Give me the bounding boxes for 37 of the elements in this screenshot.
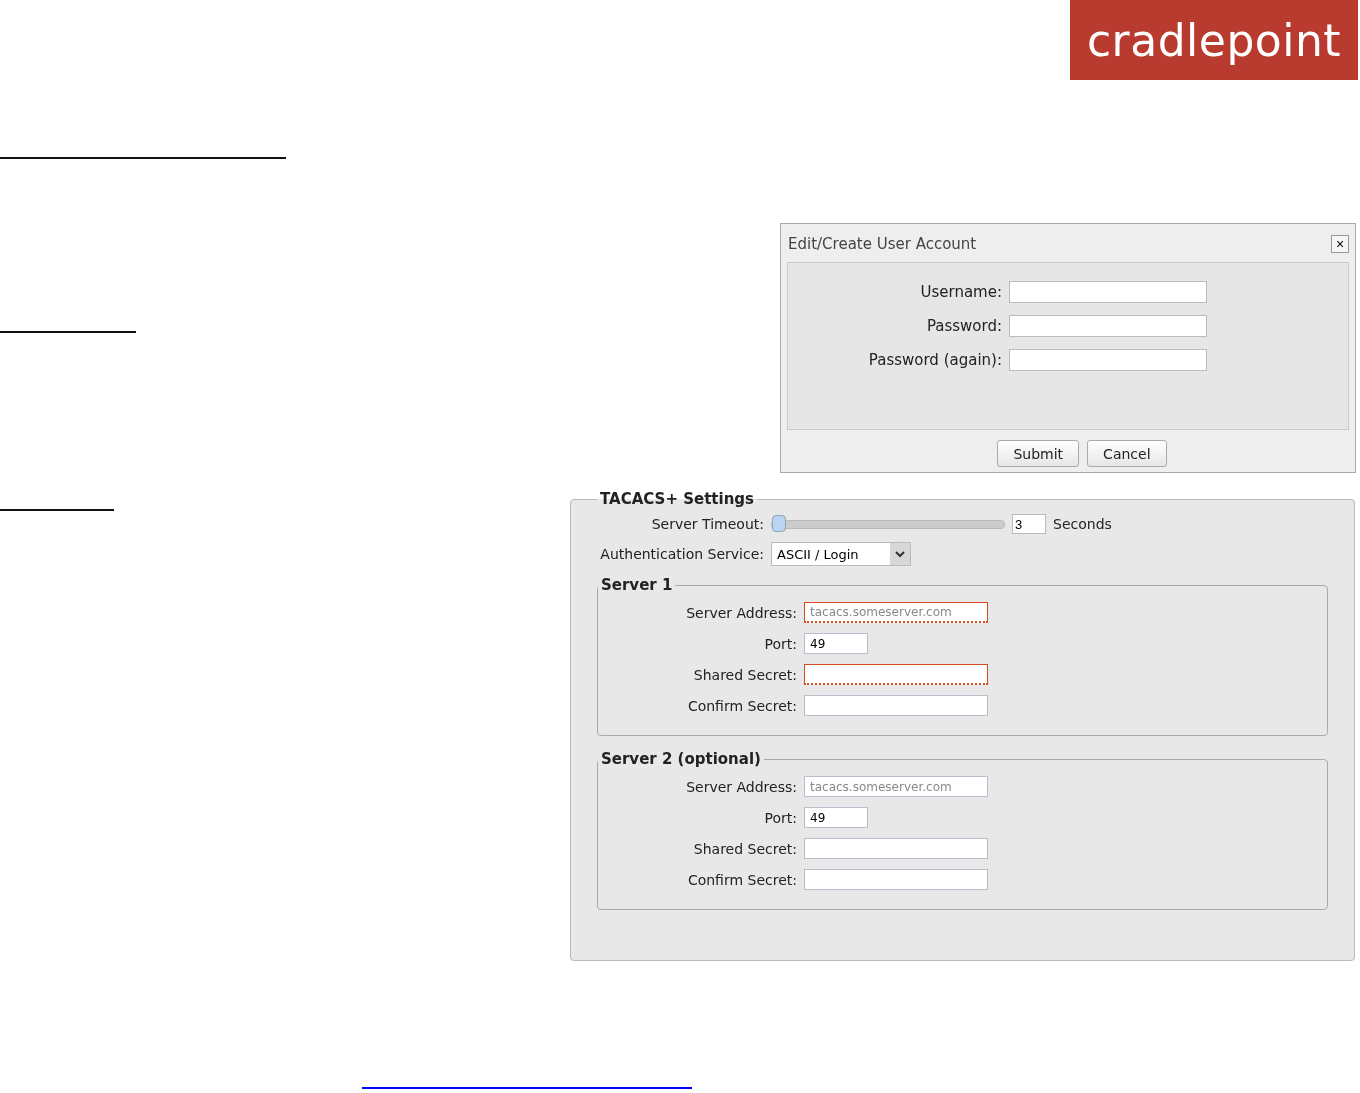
- slider-thumb[interactable]: [772, 514, 786, 532]
- field-label: Shared Secret:: [693, 666, 798, 683]
- field-label: Port:: [764, 809, 798, 826]
- input-field[interactable]: [1009, 349, 1207, 371]
- input-field[interactable]: [804, 869, 988, 890]
- dialog-button[interactable]: Submit: [997, 440, 1080, 467]
- caret-icon: [890, 543, 910, 565]
- input-field[interactable]: tacacs.someserver.com: [804, 602, 988, 623]
- field-label: Shared Secret:: [693, 840, 798, 857]
- input-field[interactable]: [804, 664, 988, 685]
- input-field[interactable]: [804, 838, 988, 859]
- field-label: Server Timeout:: [651, 516, 765, 532]
- logo: cradlepoint: [1070, 0, 1358, 80]
- close-button[interactable]: ×: [1331, 235, 1349, 253]
- field-label: Password (again):: [867, 351, 1003, 369]
- unit-label: Seconds: [1053, 516, 1112, 532]
- input-field[interactable]: [804, 695, 988, 716]
- field-label: Server Address:: [686, 604, 798, 621]
- section-title: Server 1: [600, 576, 674, 594]
- input-field[interactable]: 49: [804, 633, 868, 654]
- input-field[interactable]: [1009, 315, 1207, 337]
- input-field[interactable]: tacacs.someserver.com: [804, 776, 988, 797]
- field-label: Password:: [925, 317, 1003, 335]
- dialog-title: Edit/Create User Account: [788, 235, 977, 253]
- field-label: Port:: [764, 635, 798, 652]
- input-field[interactable]: [1009, 281, 1207, 303]
- dialog-button[interactable]: Cancel: [1087, 440, 1167, 467]
- input-field[interactable]: 49: [804, 807, 868, 828]
- section-title: TACACS+ Settings: [599, 490, 755, 508]
- field-label: Server Address:: [686, 778, 798, 795]
- field-label: Authentication Service:: [600, 546, 765, 562]
- input-field[interactable]: 3: [1012, 514, 1046, 534]
- field-label: Confirm Secret:: [687, 871, 798, 888]
- field-label: Confirm Secret:: [687, 697, 798, 714]
- section-title: Server 2 (optional): [600, 750, 762, 768]
- dropdown[interactable]: ASCII / Login: [771, 542, 911, 566]
- field-label: Username:: [919, 283, 1003, 301]
